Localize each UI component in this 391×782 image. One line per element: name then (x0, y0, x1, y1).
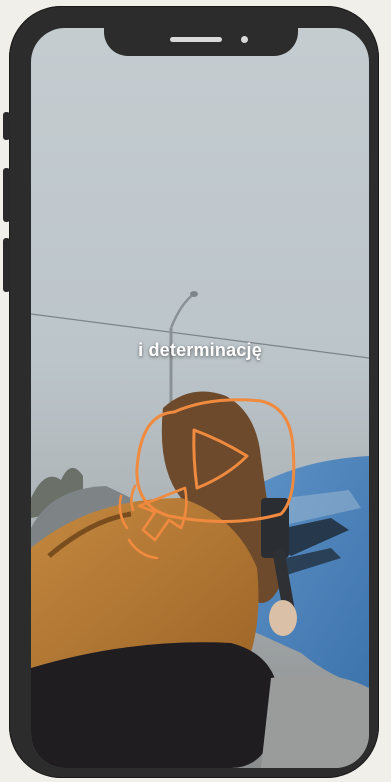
side-button-mute (3, 112, 10, 140)
speaker-grille (170, 37, 222, 42)
play-icon (135, 398, 296, 524)
side-button-volume-down (3, 238, 10, 292)
front-camera-icon (241, 36, 248, 43)
video-screen[interactable]: i determinację (31, 28, 369, 768)
cursor-arrow-icon (118, 484, 188, 560)
play-overlay[interactable] (31, 28, 369, 768)
side-button-volume-up (3, 168, 10, 222)
